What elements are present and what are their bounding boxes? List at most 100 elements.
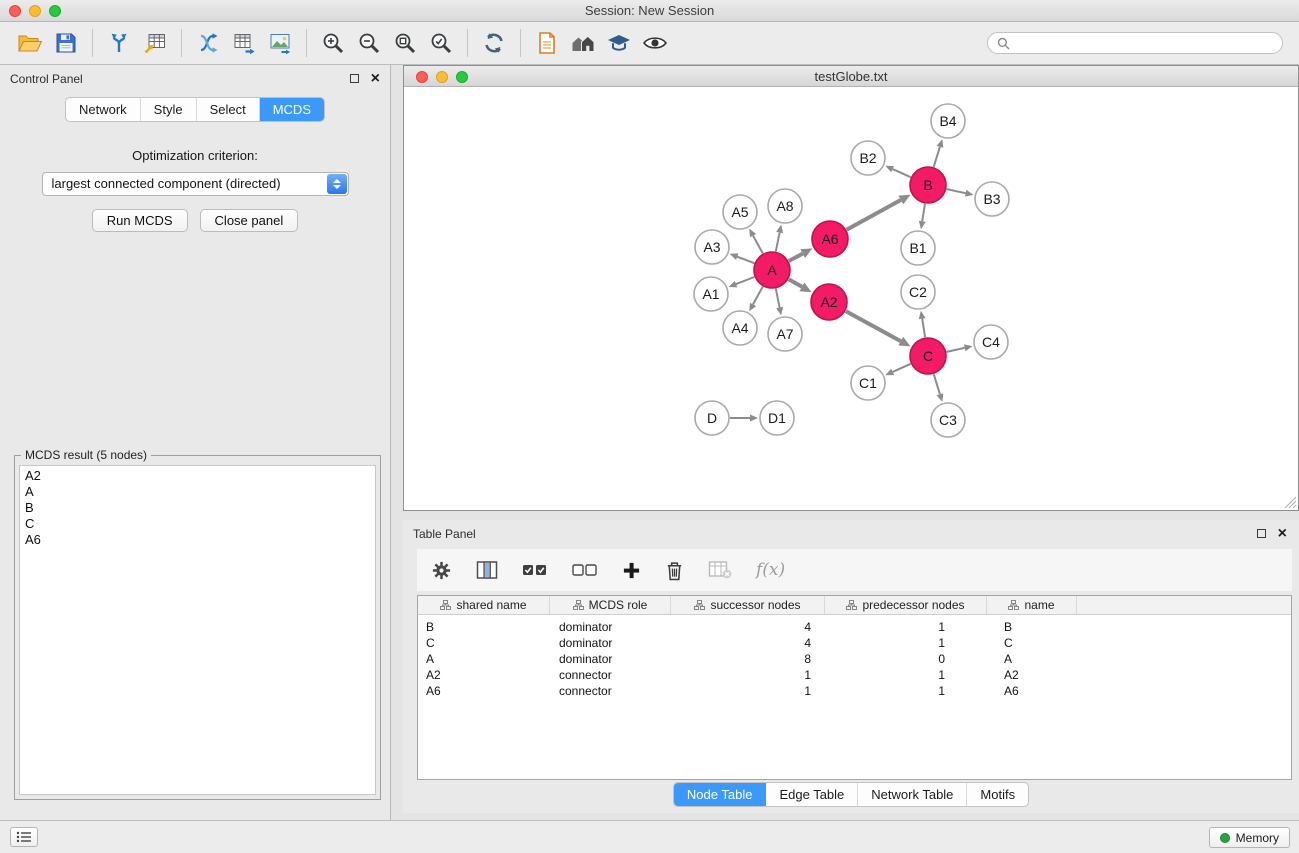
result-item[interactable]: A6 xyxy=(25,532,370,548)
manual-button[interactable] xyxy=(529,25,565,61)
delete-table-button[interactable] xyxy=(708,560,732,580)
network-graph[interactable]: B4 B2 B B3 A8 A5 A6 A3 B1 A C2 A1 A2 A4 A7 C4 C C1 C3 D D1 xyxy=(404,87,1298,510)
refresh-view-button[interactable] xyxy=(476,25,512,61)
table-row[interactable]: Adominator80A xyxy=(418,651,1291,667)
zoom-in-button[interactable] xyxy=(315,25,351,61)
table-row[interactable]: Bdominator41B xyxy=(418,619,1291,635)
table-row[interactable]: A6connector11A6 xyxy=(418,683,1291,699)
graph-node-A6[interactable]: A6 xyxy=(812,221,848,257)
graph-edge-A-A4[interactable] xyxy=(749,287,763,312)
graph-node-B[interactable]: B xyxy=(910,167,946,203)
graph-edge-A-A8[interactable] xyxy=(776,225,783,252)
graph-node-C2[interactable]: C2 xyxy=(901,275,935,309)
tab-network[interactable]: Network xyxy=(66,98,141,121)
table-row[interactable]: Cdominator41C xyxy=(418,635,1291,651)
home-button[interactable] xyxy=(565,25,601,61)
export-image-button[interactable] xyxy=(262,25,298,61)
tab-node-table[interactable]: Node Table xyxy=(674,783,767,806)
close-panel-button[interactable]: Close panel xyxy=(200,209,299,232)
result-item[interactable]: C xyxy=(25,516,370,532)
graph-node-B2[interactable]: B2 xyxy=(851,141,885,175)
import-table-button[interactable] xyxy=(137,25,173,61)
control-panel-close-button[interactable]: × xyxy=(371,71,380,87)
create-column-button[interactable] xyxy=(622,561,641,580)
panel-selector-button[interactable] xyxy=(10,827,38,847)
resize-grip-icon[interactable] xyxy=(1284,496,1297,509)
zoom-out-button[interactable] xyxy=(351,25,387,61)
column-header-name[interactable]: name xyxy=(987,596,1077,614)
result-item[interactable]: B xyxy=(25,500,370,516)
toggle-eye-button[interactable] xyxy=(637,25,673,61)
graph-node-D[interactable]: D xyxy=(695,401,729,435)
graph-edge-A-A2[interactable] xyxy=(789,279,812,292)
function-builder-button[interactable]: f(x) xyxy=(756,560,785,580)
select-all-columns-button[interactable] xyxy=(522,563,548,577)
network-canvas[interactable]: B4 B2 B B3 A8 A5 A6 A3 B1 A C2 A1 A2 A4 A7 C4 C C1 C3 D D1 xyxy=(404,87,1298,510)
graph-edge-C-C2[interactable] xyxy=(919,311,926,337)
column-header-mcds-role[interactable]: MCDS role xyxy=(550,596,671,614)
graph-edge-A-A7[interactable] xyxy=(776,289,783,316)
graph-node-C[interactable]: C xyxy=(910,338,946,374)
graph-node-A3[interactable]: A3 xyxy=(695,230,729,264)
graph-node-B4[interactable]: B4 xyxy=(931,104,965,138)
graph-edge-D-D1[interactable] xyxy=(730,415,758,422)
tab-mcds[interactable]: MCDS xyxy=(260,98,324,121)
graph-edge-B-B2[interactable] xyxy=(885,166,910,177)
search-box[interactable] xyxy=(987,32,1283,54)
graph-node-A4[interactable]: A4 xyxy=(723,311,757,345)
control-panel-float-button[interactable] xyxy=(350,74,359,83)
tab-edge-table[interactable]: Edge Table xyxy=(766,783,858,806)
delete-columns-button[interactable] xyxy=(665,560,684,581)
graph-node-A7[interactable]: A7 xyxy=(768,317,802,351)
run-mcds-button[interactable]: Run MCDS xyxy=(92,209,188,232)
import-network-button[interactable] xyxy=(101,25,137,61)
graph-node-D1[interactable]: D1 xyxy=(760,401,794,435)
graph-node-C4[interactable]: C4 xyxy=(974,325,1008,359)
graph-node-B1[interactable]: B1 xyxy=(901,231,935,265)
tutorials-button[interactable] xyxy=(601,25,637,61)
graph-node-C3[interactable]: C3 xyxy=(931,403,965,437)
column-header-predecessor-nodes[interactable]: predecessor nodes xyxy=(825,596,987,614)
table-panel-float-button[interactable] xyxy=(1257,529,1266,538)
graph-edge-A6-B[interactable] xyxy=(847,195,911,230)
memory-button[interactable]: Memory xyxy=(1209,827,1290,848)
graph-node-A1[interactable]: A1 xyxy=(694,277,728,311)
optimization-dropdown[interactable]: largest connected component (directed) xyxy=(42,172,349,196)
deselect-all-columns-button[interactable] xyxy=(572,563,598,577)
table-row[interactable]: A2connector11A2 xyxy=(418,667,1291,683)
graph-edge-B-B1[interactable] xyxy=(919,204,926,229)
graph-node-B3[interactable]: B3 xyxy=(975,182,1009,216)
table-settings-button[interactable] xyxy=(431,560,452,581)
column-header-successor-nodes[interactable]: successor nodes xyxy=(671,596,825,614)
graph-edge-B-B4[interactable] xyxy=(934,139,944,167)
search-input[interactable] xyxy=(1015,36,1273,51)
tab-network-table[interactable]: Network Table xyxy=(858,783,967,806)
graph-node-C1[interactable]: C1 xyxy=(851,366,885,400)
open-session-button[interactable] xyxy=(12,25,48,61)
graph-edge-A-A5[interactable] xyxy=(749,229,763,254)
result-item[interactable]: A2 xyxy=(25,468,370,484)
table-panel-close-button[interactable]: × xyxy=(1278,526,1287,542)
export-table-button[interactable] xyxy=(226,25,262,61)
graph-edge-A-A1[interactable] xyxy=(729,277,755,287)
tab-motifs[interactable]: Motifs xyxy=(967,783,1028,806)
column-header-shared-name[interactable]: shared name xyxy=(418,596,550,614)
graph-node-A5[interactable]: A5 xyxy=(723,195,757,229)
graph-edge-B-B3[interactable] xyxy=(947,189,974,197)
zoom-selected-button[interactable] xyxy=(423,25,459,61)
graph-edge-C-C1[interactable] xyxy=(885,364,910,375)
show-columns-button[interactable] xyxy=(476,560,498,580)
tab-style[interactable]: Style xyxy=(141,98,197,121)
result-item[interactable]: A xyxy=(25,484,370,500)
graph-edge-C-C3[interactable] xyxy=(934,374,944,402)
graph-edge-C-C4[interactable] xyxy=(947,344,973,352)
graph-edge-A2-C[interactable] xyxy=(846,311,911,346)
export-network-button[interactable] xyxy=(190,25,226,61)
mcds-result-list[interactable]: A2ABCA6 xyxy=(19,465,376,795)
tab-select[interactable]: Select xyxy=(197,98,260,121)
zoom-fit-button[interactable] xyxy=(387,25,423,61)
graph-edge-A-A6[interactable] xyxy=(789,248,813,261)
graph-node-A2[interactable]: A2 xyxy=(811,284,847,320)
graph-node-A[interactable]: A xyxy=(754,252,790,288)
graph-node-A8[interactable]: A8 xyxy=(768,189,802,223)
